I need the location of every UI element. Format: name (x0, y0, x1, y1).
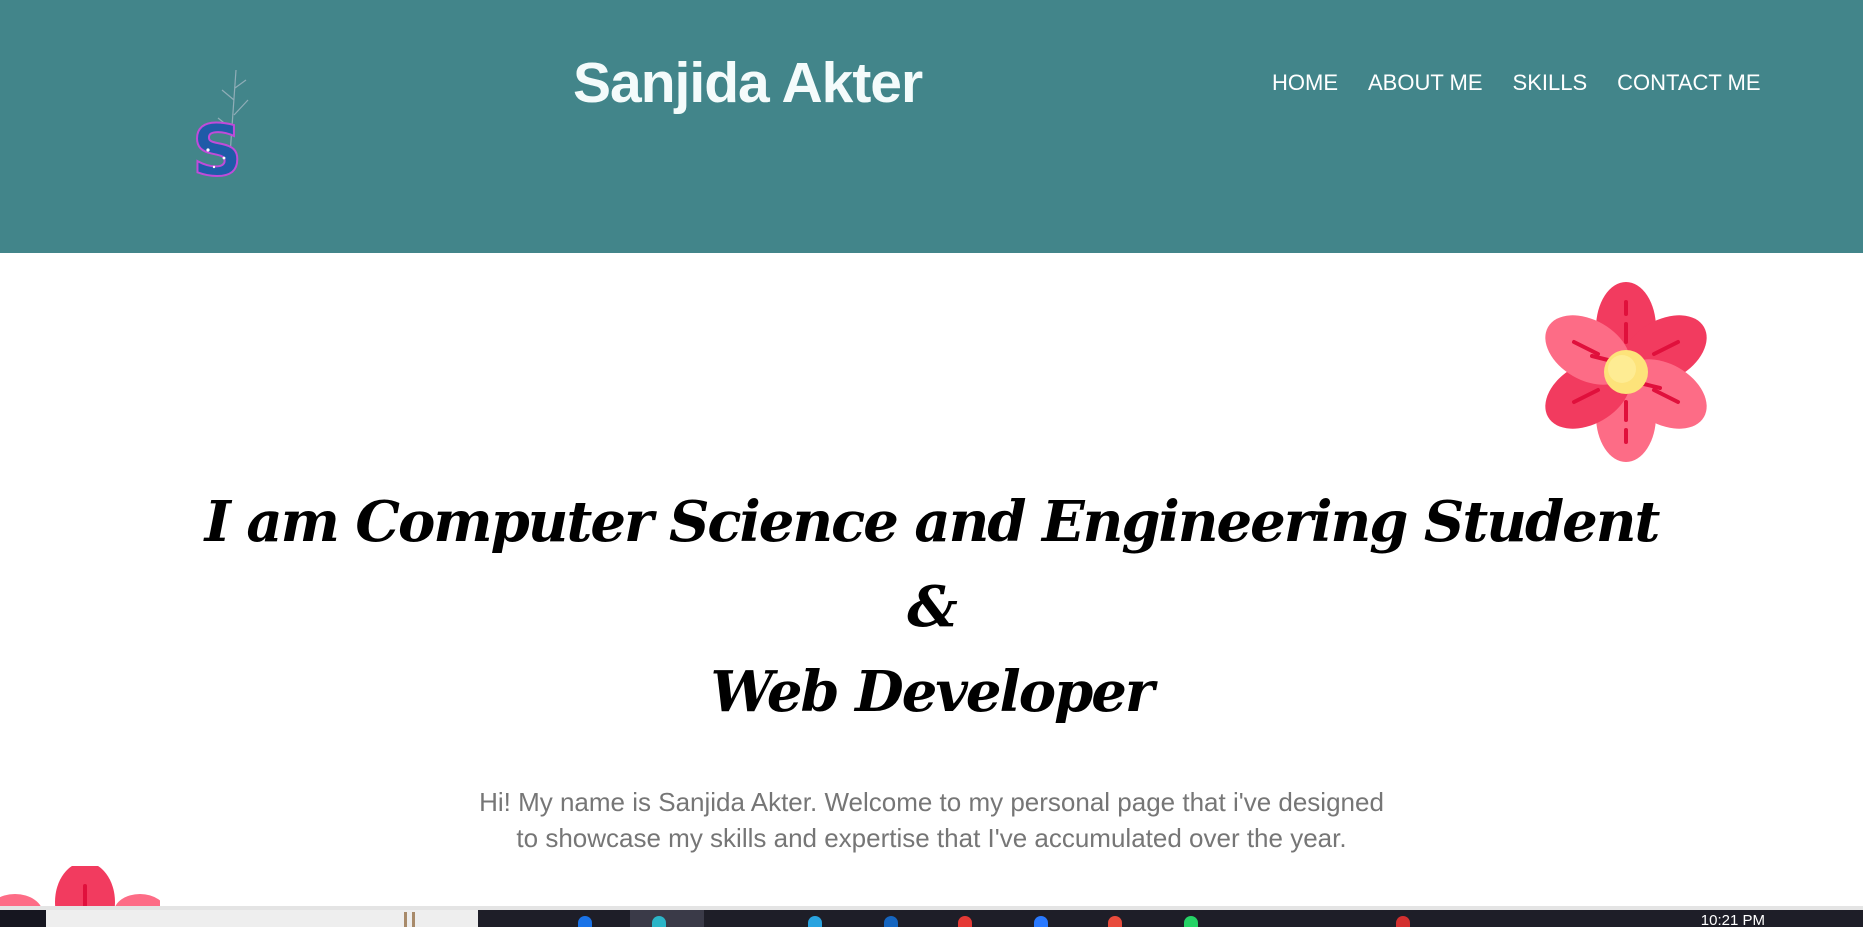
nav-contact-me[interactable]: CONTACT ME (1617, 70, 1760, 96)
main-nav: HOME ABOUT ME SKILLS CONTACT ME (1272, 70, 1761, 96)
nav-home[interactable]: HOME (1272, 70, 1338, 96)
site-title: Sanjida Akter (573, 51, 923, 115)
taskbar-search[interactable] (46, 910, 478, 927)
search-cursor-icon (404, 912, 407, 927)
vscode-icon[interactable] (1034, 916, 1048, 927)
file-explorer-icon[interactable] (808, 916, 822, 927)
browser-icon (652, 916, 666, 927)
logo-letter: S (192, 110, 242, 185)
hero-line-2: & (907, 574, 958, 640)
chrome-icon[interactable] (958, 916, 972, 927)
hero-line-1: I am Computer Science and Engineering St… (204, 489, 1661, 555)
search-decor-icon (412, 912, 415, 927)
flower-icon (1545, 282, 1707, 462)
hero-line-3: Web Developer (710, 659, 1155, 725)
nav-about-me[interactable]: ABOUT ME (1368, 70, 1483, 96)
taskbar-active-app[interactable] (630, 910, 704, 927)
intro-line-1: Hi! My name is Sanjida Akter. Welcome to… (479, 787, 1384, 817)
taskbar-clock[interactable]: 10:21 PM (1701, 912, 1765, 929)
taskbar-app-icon[interactable] (578, 916, 592, 927)
taskbar: 10:21 PM (0, 910, 1863, 929)
intro-line-2: to showcase my skills and expertise that… (516, 823, 1347, 853)
start-button[interactable] (0, 910, 46, 927)
whatsapp-icon[interactable] (1184, 916, 1198, 927)
git-icon[interactable] (1108, 916, 1122, 927)
edge-icon[interactable] (884, 916, 898, 927)
intro-text: Hi! My name is Sanjida Akter. Welcome to… (0, 784, 1863, 856)
hero-heading: I am Computer Science and Engineering St… (0, 480, 1863, 735)
pinned-app-icon[interactable] (1396, 916, 1410, 927)
site-header: S Sanjida Akter HOME ABOUT ME SKILLS CON… (0, 0, 1863, 253)
nav-skills[interactable]: SKILLS (1513, 70, 1588, 96)
logo-icon[interactable]: S (188, 60, 268, 185)
flower-bottom-icon (0, 866, 160, 906)
